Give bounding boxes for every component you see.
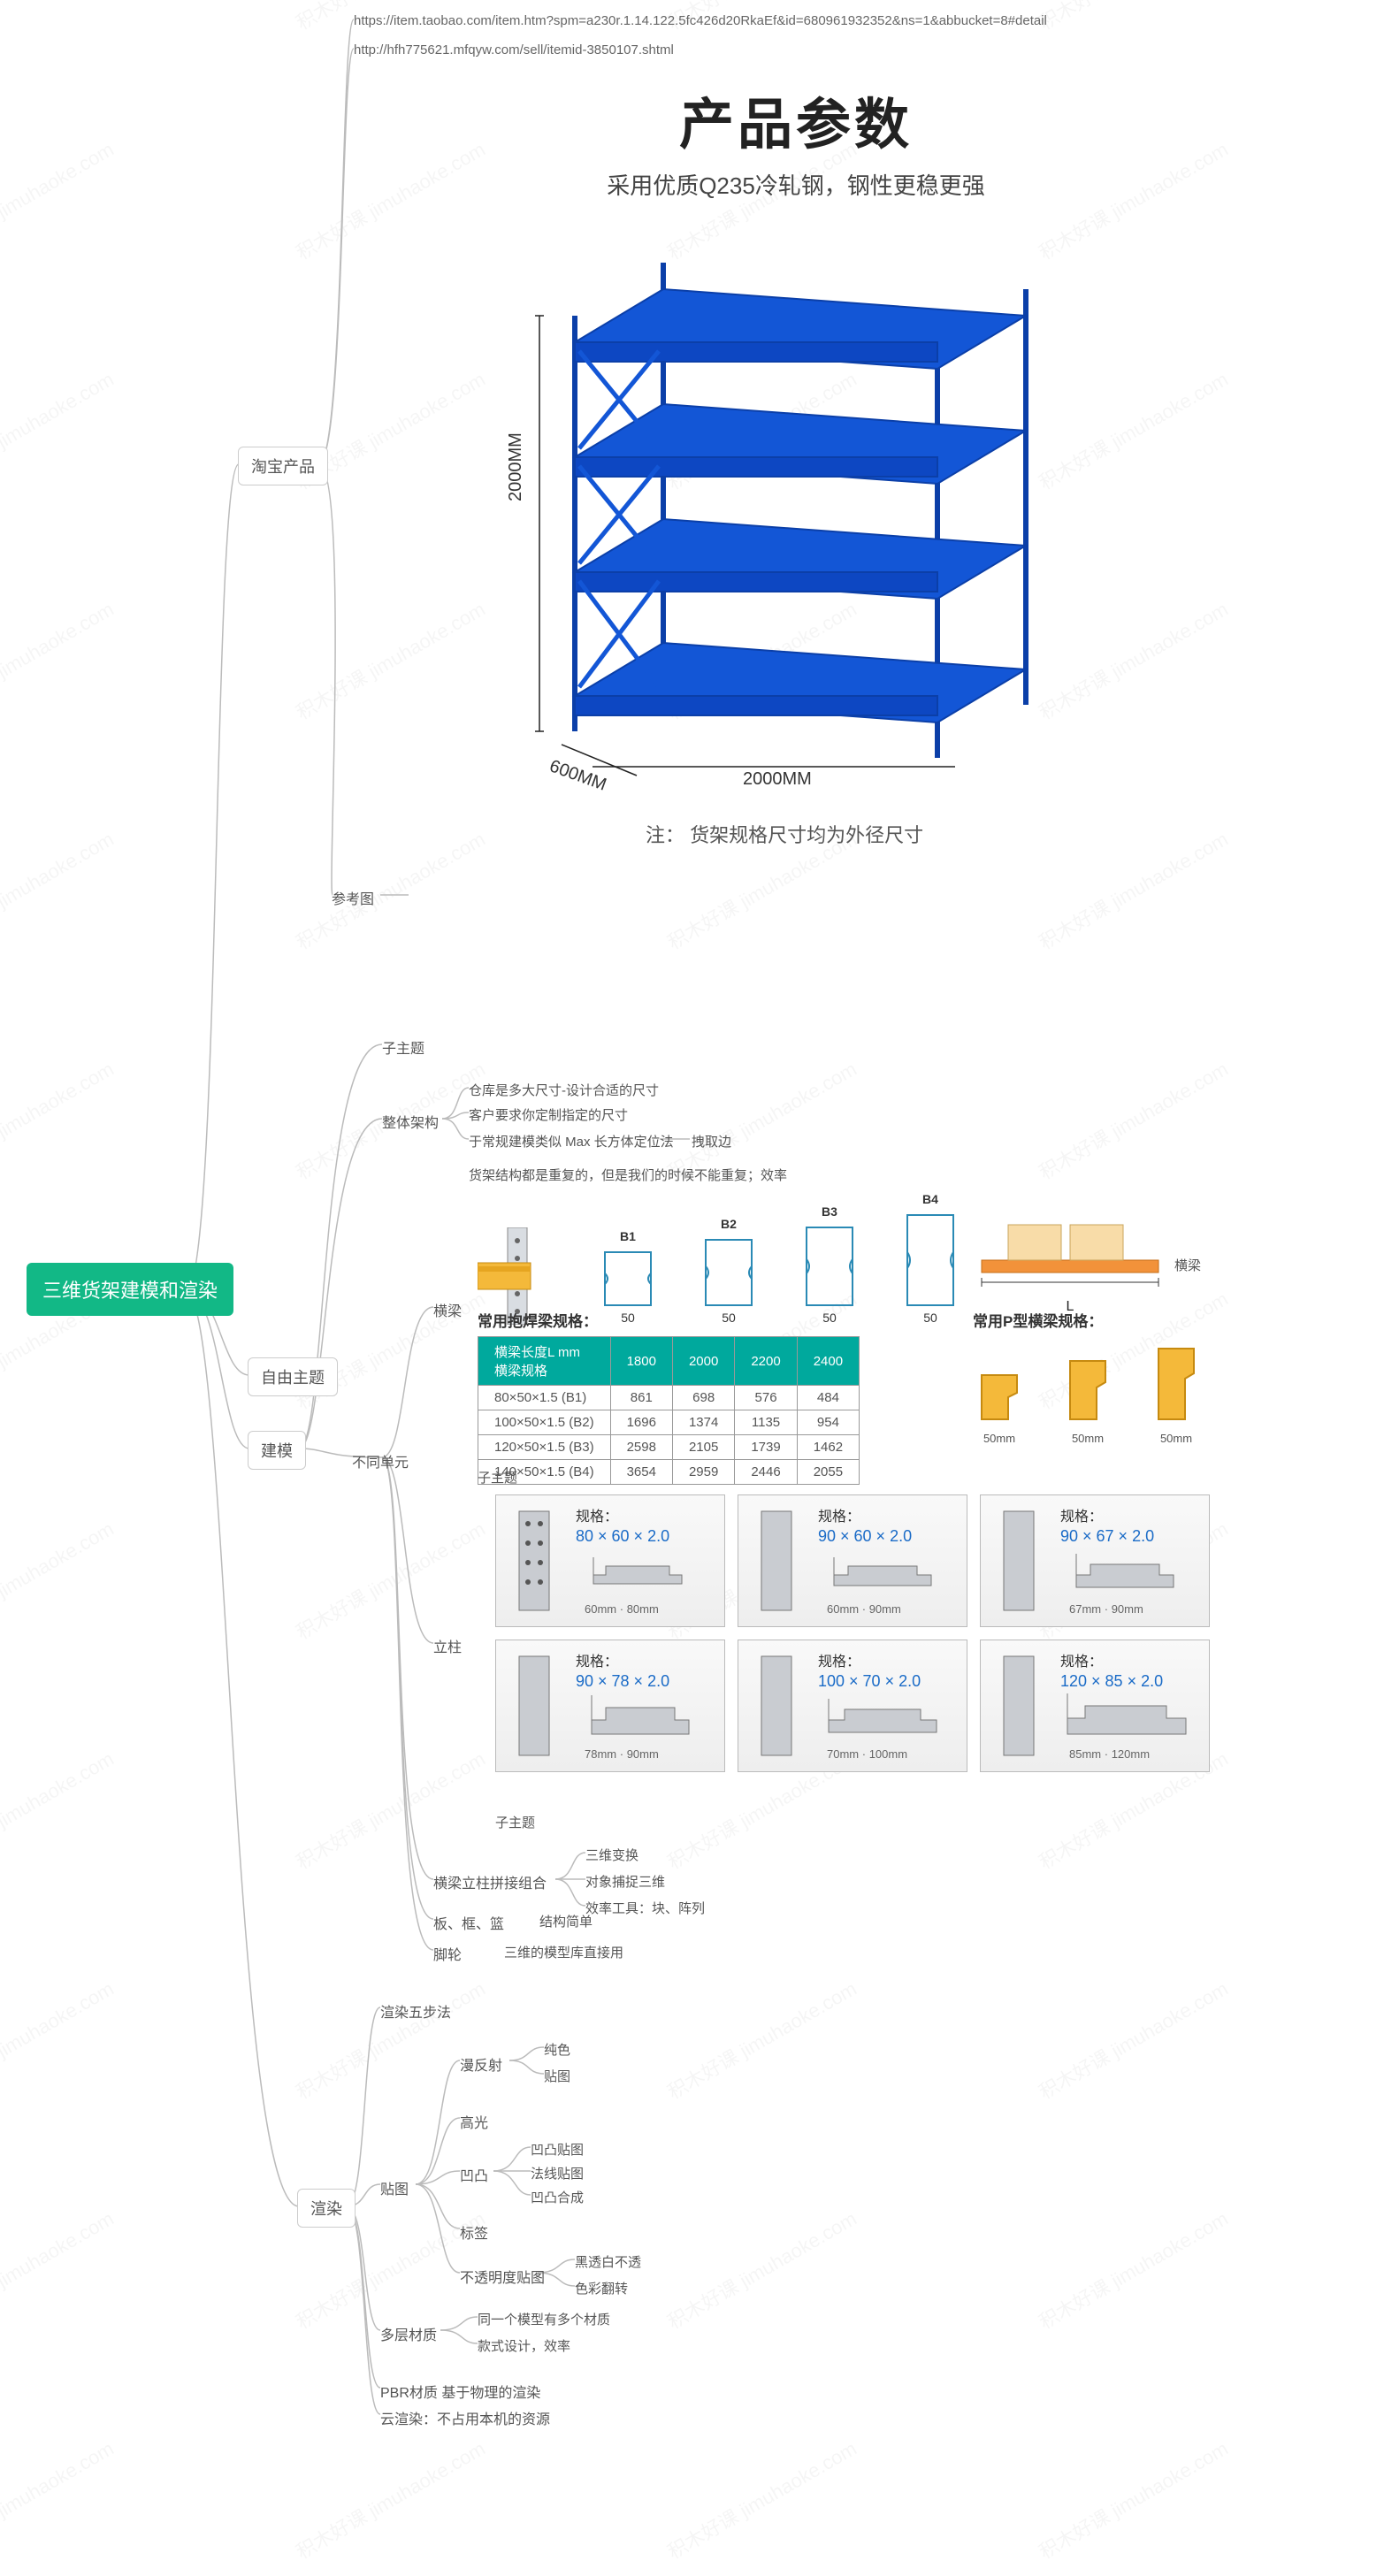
pillar-subtopic-2: 子主题	[495, 1813, 535, 1831]
node-pbr: PBR材质 基于物理的渲染	[380, 2381, 540, 2402]
p-beam-2: 50mm	[1150, 1340, 1203, 1445]
multi-1: 款式设计，效率	[478, 2336, 570, 2355]
opacity-1: 色彩翻转	[575, 2279, 628, 2297]
p-beam-block: 常用P型横梁规格： 50mm 50mm 50mm	[973, 1300, 1203, 1445]
node-architecture: 整体架构	[382, 1111, 439, 1132]
diffuse-0: 纯色	[544, 2040, 570, 2059]
model-subtopic-1: 子主题	[382, 1036, 424, 1058]
beam-intro: 货架结构都是重复的，但是我们的时候不能重复；效率	[469, 1166, 787, 1184]
dim-height: 2000MM	[506, 432, 526, 501]
node-wheel: 脚轮	[433, 1943, 462, 1964]
node-pillar: 立柱	[433, 1635, 462, 1656]
taobao-url-2[interactable]: http://hfh775621.mfqyw.com/sell/itemid-3…	[354, 42, 674, 57]
node-beam: 横梁	[433, 1299, 462, 1320]
load-side-label: 横梁	[1174, 1256, 1201, 1274]
beam-section-b-title: 常用P型横梁规格：	[973, 1309, 1203, 1331]
pillar-card-4: 规格：100 × 70 × 2.0 70mm · 100mm	[738, 1640, 967, 1772]
beam-spec-block: 常用抱焊梁规格： 横梁长度L mm横梁规格 1800 2000 2200 240…	[478, 1300, 860, 1485]
diffuse-1: 贴图	[544, 2067, 570, 2085]
arch-item-1: 客户要求你定制指定的尺寸	[469, 1105, 628, 1124]
node-opacity: 不透明度贴图	[460, 2266, 545, 2287]
node-taobao[interactable]: 淘宝产品	[238, 447, 328, 485]
multi-0: 同一个模型有多个材质	[478, 2310, 610, 2328]
beam-section-a-title: 常用抱焊梁规格：	[478, 1309, 860, 1331]
p-beam-0: 50mm	[973, 1366, 1026, 1445]
bp-b1-label: B1	[600, 1229, 656, 1243]
combine-0: 三维变换	[585, 1846, 638, 1864]
node-free-topic[interactable]: 自由主题	[248, 1357, 338, 1396]
node-cloud: 云渲染：不占用本机的资源	[380, 2407, 550, 2428]
node-reference-image: 参考图	[332, 887, 374, 908]
node-unit: 不同单元	[352, 1450, 409, 1471]
pillar-card-1: 规格：90 × 60 × 2.0 60mm · 90mm	[738, 1494, 967, 1627]
pillar-card-5: 规格：120 × 85 × 2.0 85mm · 120mm	[980, 1640, 1210, 1772]
root-node[interactable]: 三维货架建模和渲染	[27, 1263, 233, 1316]
bp-b2-label: B2	[700, 1217, 757, 1231]
render-five-steps: 渲染五步法	[380, 2000, 451, 2022]
pillar-card-2: 规格：90 × 67 × 2.0 67mm · 90mm	[980, 1494, 1210, 1627]
pillar-card-3: 规格：90 × 78 × 2.0 78mm · 90mm	[495, 1640, 725, 1772]
product-spec-panel: 产品参数 采用优质Q235冷轧钢，钢性更稳更强	[416, 80, 1176, 848]
opacity-0: 黑透白不透	[575, 2252, 641, 2271]
product-note: 注： 货架规格尺寸均为外径尺寸	[646, 820, 1176, 848]
node-map: 贴图	[380, 2177, 409, 2198]
dim-width: 2000MM	[743, 769, 812, 790]
node-highlight: 高光	[460, 2111, 488, 2132]
node-multi: 多层材质	[380, 2323, 437, 2344]
bp-b3-label: B3	[801, 1204, 858, 1219]
pillar-spec-grid: 规格： 80 × 60 × 2.0 60mm · 80mm 规格：90 × 60…	[495, 1494, 1210, 1772]
node-simple: 板、框、篮	[433, 1912, 504, 1933]
combine-1: 对象捕捉三维	[585, 1872, 665, 1891]
pillar-subtopic: 子主题	[478, 1468, 517, 1487]
node-render[interactable]: 渲染	[297, 2189, 356, 2228]
beam-spec-table: 横梁长度L mm横梁规格 1800 2000 2200 2400 80×50×1…	[478, 1336, 860, 1485]
arch-item-0: 仓库是多大尺寸-设计合适的尺寸	[469, 1081, 659, 1099]
combine-2: 效率工具：块、阵列	[585, 1899, 705, 1917]
bump-1: 法线贴图	[531, 2164, 584, 2182]
simple-note: 结构简单	[539, 1912, 593, 1930]
node-bump: 凹凸	[460, 2164, 488, 2185]
node-combine: 横梁立柱拼接组合	[433, 1871, 547, 1892]
pillar-card-0: 规格： 80 × 60 × 2.0 60mm · 80mm	[495, 1494, 725, 1627]
bump-2: 凹凸合成	[531, 2188, 584, 2206]
taobao-url-1[interactable]: https://item.taobao.com/item.htm?spm=a23…	[354, 13, 1047, 28]
arch-item-3: 拽取边	[692, 1132, 731, 1150]
wheel-note: 三维的模型库直接用	[504, 1943, 623, 1961]
arch-item-2: 于常规建模类似 Max 长方体定位法	[469, 1132, 674, 1150]
product-subtitle: 采用优质Q235冷轧钢，钢性更稳更强	[416, 168, 1176, 201]
bp-b4-label: B4	[902, 1192, 959, 1206]
p-beam-1: 50mm	[1061, 1352, 1114, 1445]
shelf-illustration: 2000MM 2000MM 600MM	[478, 236, 1114, 784]
node-tag: 标签	[460, 2221, 488, 2243]
node-model[interactable]: 建模	[248, 1431, 306, 1470]
node-diffuse: 漫反射	[460, 2053, 502, 2075]
bump-0: 凹凸贴图	[531, 2140, 584, 2159]
product-title: 产品参数	[416, 80, 1176, 159]
